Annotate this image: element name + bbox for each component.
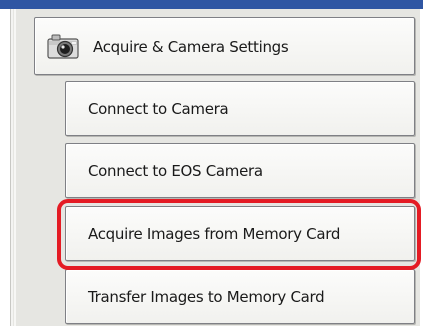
panel-rail bbox=[14, 9, 16, 326]
acquire-camera-settings-label: Acquire & Camera Settings bbox=[93, 38, 289, 56]
camera-icon bbox=[47, 32, 79, 60]
connect-to-eos-camera-button[interactable]: Connect to EOS Camera bbox=[65, 143, 415, 198]
connect-to-eos-camera-label: Connect to EOS Camera bbox=[88, 161, 263, 180]
connect-to-camera-button[interactable]: Connect to Camera bbox=[65, 81, 415, 136]
connect-to-camera-label: Connect to Camera bbox=[88, 99, 229, 118]
acquire-camera-settings-button[interactable]: Acquire & Camera Settings bbox=[34, 17, 415, 75]
panel-rail bbox=[11, 9, 13, 326]
transfer-images-to-memory-card-label: Transfer Images to Memory Card bbox=[88, 287, 325, 306]
title-strip bbox=[0, 0, 423, 9]
transfer-images-to-memory-card-button[interactable]: Transfer Images to Memory Card bbox=[65, 269, 415, 324]
app-window: Acquire & Camera Settings Connect to Cam… bbox=[0, 0, 423, 326]
acquire-images-from-memory-card-button[interactable]: Acquire Images from Memory Card bbox=[65, 206, 415, 261]
acquire-images-from-memory-card-label: Acquire Images from Memory Card bbox=[88, 224, 341, 243]
